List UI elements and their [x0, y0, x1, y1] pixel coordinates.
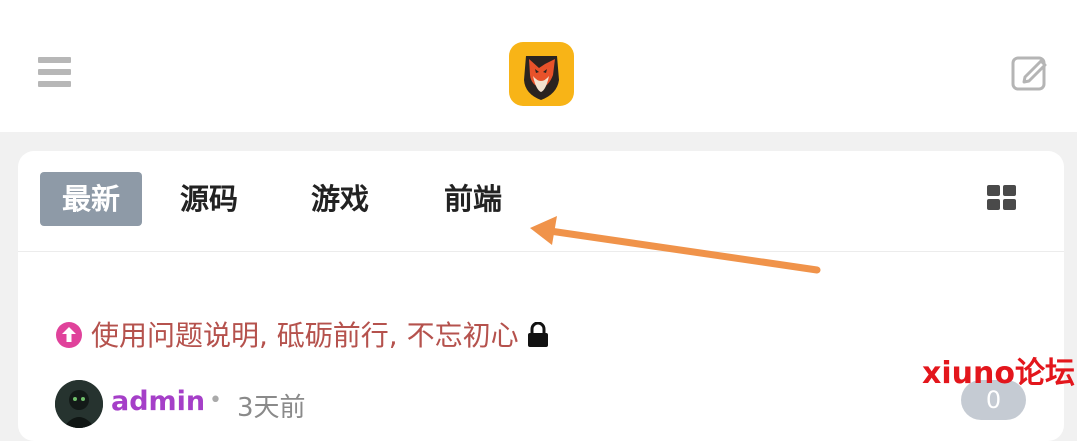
hamburger-menu-icon[interactable]	[38, 57, 71, 87]
fox-logo-icon[interactable]	[509, 42, 574, 106]
thread-title-text: 使用问题说明, 砥砺前行, 不忘初心	[91, 319, 519, 352]
watermark-text: xiuno论坛	[922, 356, 1075, 391]
category-tabs: 最新 源码 游戏 前端	[18, 151, 1064, 252]
edit-note-icon[interactable]	[1010, 52, 1050, 92]
tab-frontend[interactable]: 前端	[444, 172, 502, 226]
grid-view-icon[interactable]	[987, 185, 1017, 211]
author-username[interactable]: admin	[111, 386, 205, 417]
meta-separator: •	[209, 388, 222, 413]
tab-games[interactable]: 游戏	[311, 172, 369, 226]
avatar[interactable]	[55, 380, 103, 428]
tab-latest[interactable]: 最新	[40, 172, 143, 226]
lock-icon	[527, 321, 549, 347]
arrow-up-circle-icon	[55, 321, 83, 349]
tab-source-code[interactable]: 源码	[180, 172, 238, 226]
top-navbar	[0, 0, 1077, 132]
thread-title[interactable]: 使用问题说明, 砥砺前行, 不忘初心	[55, 318, 549, 354]
post-time: 3天前	[237, 393, 306, 423]
